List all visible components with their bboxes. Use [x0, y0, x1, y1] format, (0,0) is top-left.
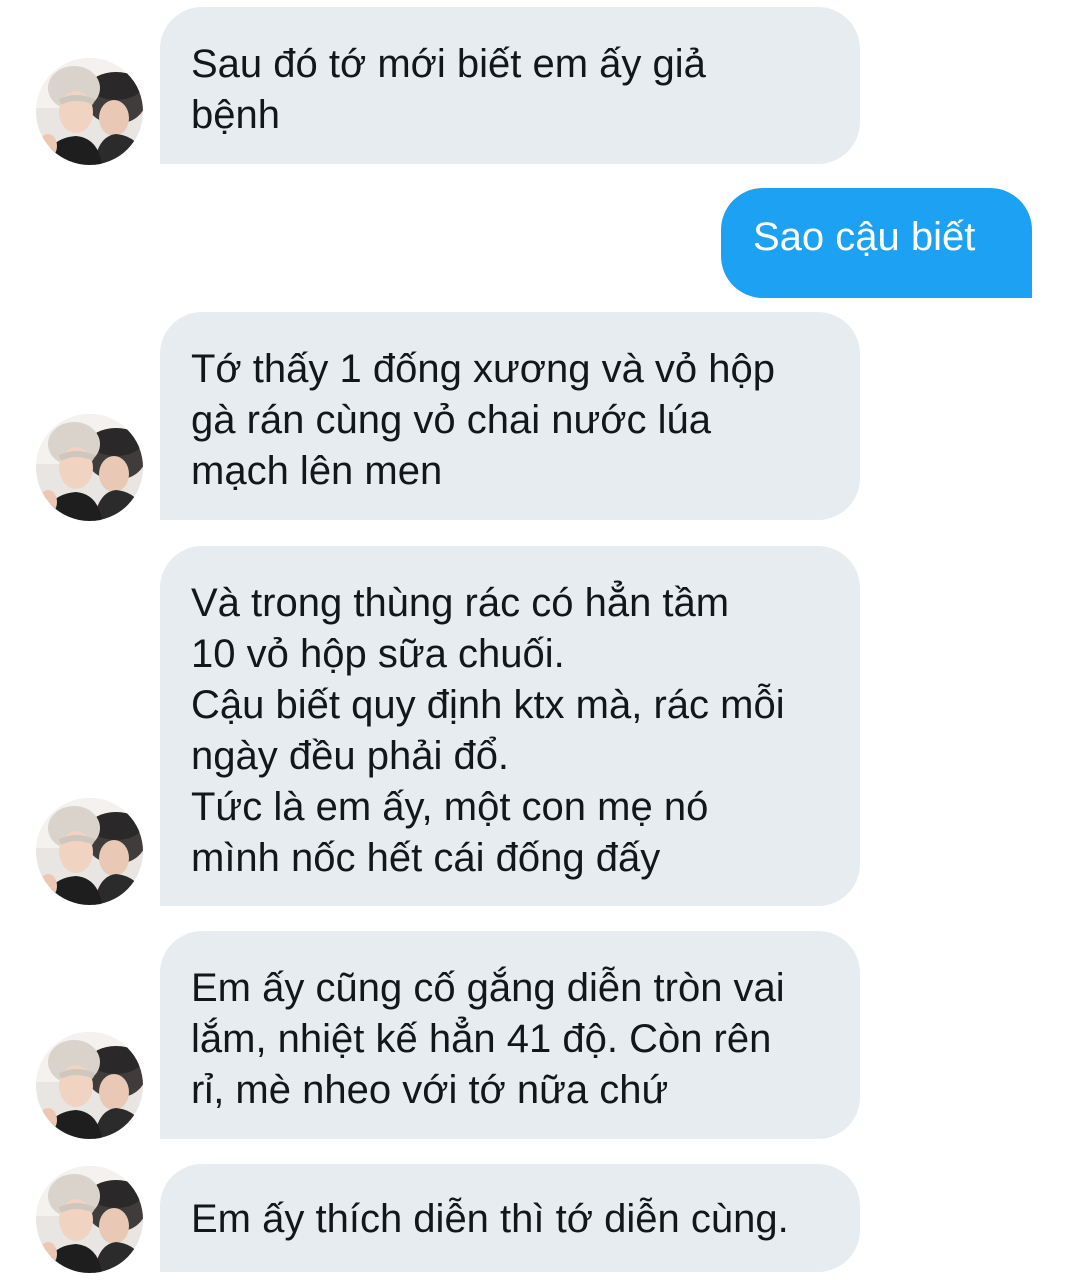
message-bubble-5[interactable]: Em ấy cũng cố gắng diễn tròn vai lắm, nh… — [160, 931, 860, 1139]
message-bubble-4[interactable]: Và trong thùng rác có hẳn tầm 10 vỏ hộp … — [160, 546, 860, 906]
contact-avatar[interactable] — [36, 414, 143, 521]
avatar-icon — [36, 1166, 143, 1273]
message-bubble-6[interactable]: Em ấy thích diễn thì tớ diễn cùng. — [160, 1164, 860, 1272]
contact-avatar[interactable] — [36, 798, 143, 905]
contact-avatar[interactable] — [36, 58, 143, 165]
message-bubble-1[interactable]: Sau đó tớ mới biết em ấy giả bệnh — [160, 7, 860, 164]
message-bubble-3[interactable]: Tớ thấy 1 đống xương và vỏ hộp gà rán cù… — [160, 312, 860, 520]
avatar-icon — [36, 1032, 143, 1139]
avatar-icon — [36, 58, 143, 165]
contact-avatar[interactable] — [36, 1032, 143, 1139]
avatar-icon — [36, 414, 143, 521]
contact-avatar[interactable] — [36, 1166, 143, 1273]
avatar-icon — [36, 798, 143, 905]
message-bubble-2[interactable]: Sao cậu biết — [721, 188, 1032, 298]
